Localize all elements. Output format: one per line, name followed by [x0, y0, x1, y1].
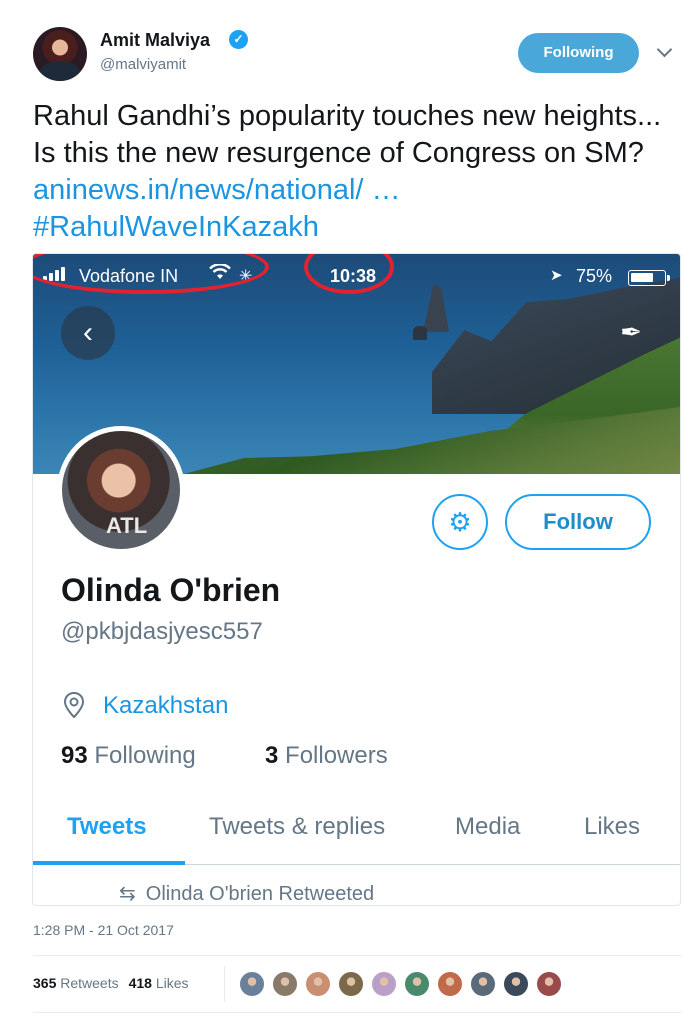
tweet-body: Rahul Gandhi’s popularity touches new he…	[33, 100, 662, 169]
tweet-timestamp[interactable]: 1:28 PM - 21 Oct 2017	[33, 922, 174, 938]
retweet-icon: ⇆	[119, 883, 136, 905]
following-stat-label: Following	[94, 742, 196, 769]
followers-stat[interactable]: 3 Followers	[265, 742, 388, 770]
embedded-screenshot[interactable]: Vodafone IN ✳ 10:38 ➤ 75% ‹ ✒ ATL ⚙ Foll…	[32, 253, 681, 906]
liker-avatar[interactable]	[502, 970, 530, 998]
retweeted-text: Olinda O'brien Retweeted	[145, 883, 375, 905]
chevron-down-icon[interactable]	[656, 41, 673, 58]
verified-icon: ✓	[229, 30, 248, 49]
active-tab-indicator	[33, 861, 185, 865]
tweet-link[interactable]: aninews.in/news/national/ …	[33, 174, 401, 206]
follow-button[interactable]: Follow	[505, 494, 651, 550]
tab-media[interactable]: Media	[455, 813, 520, 841]
followers-stat-label: Followers	[285, 742, 388, 769]
author-handle[interactable]: @malviyamit	[100, 56, 186, 73]
profile-handle: @pkbjdasjyesc557	[61, 618, 263, 645]
profile-location[interactable]: Kazakhstan	[103, 692, 228, 720]
profile-avatar-text: ATL	[106, 513, 148, 538]
tab-likes[interactable]: Likes	[584, 813, 640, 841]
liker-avatar[interactable]	[337, 970, 365, 998]
profile-avatar[interactable]: ATL	[57, 426, 185, 554]
following-count: 93	[61, 742, 88, 769]
banner-rock-small	[413, 326, 427, 340]
following-button[interactable]: Following	[518, 33, 639, 73]
followers-count: 3	[265, 742, 279, 769]
follow-button-label: Follow	[543, 509, 613, 534]
profile-tabs: Tweets Tweets & replies Media Likes	[33, 799, 680, 865]
liker-avatar[interactable]	[535, 970, 563, 998]
divider-vertical	[224, 966, 225, 1002]
engagement-counts: 365 Retweets 418 Likes	[33, 975, 189, 991]
retweets-label[interactable]: Retweets	[60, 975, 118, 991]
liker-avatar[interactable]	[370, 970, 398, 998]
battery-icon	[628, 270, 670, 286]
profile-name: Olinda O'brien	[61, 572, 281, 608]
liker-avatar[interactable]	[304, 970, 332, 998]
liker-avatar[interactable]	[271, 970, 299, 998]
status-battery-percent: 75%	[576, 266, 613, 286]
compose-icon[interactable]: ✒	[611, 312, 651, 352]
back-arrow-icon[interactable]: ‹	[61, 306, 115, 360]
tab-tweets[interactable]: Tweets	[67, 813, 147, 841]
author-name[interactable]: Amit Malviya	[100, 30, 210, 51]
highlight-ring-carrier	[33, 254, 269, 294]
divider	[33, 1012, 681, 1013]
highlight-ring-time	[304, 254, 394, 294]
author-avatar[interactable]	[33, 27, 87, 81]
likes-count[interactable]: 418	[129, 975, 152, 991]
liker-avatar[interactable]	[403, 970, 431, 998]
following-stat[interactable]: 93 Following	[61, 742, 196, 770]
tweet-hashtag[interactable]: #RahulWaveInKazakh	[33, 211, 319, 243]
divider	[33, 955, 681, 956]
following-button-label: Following	[543, 44, 614, 61]
banner-rock	[423, 284, 449, 332]
location-pin-icon	[63, 692, 85, 718]
retweeted-line: ⇆ Olinda O'brien Retweeted	[119, 881, 375, 905]
tweet-text: Rahul Gandhi’s popularity touches new he…	[33, 98, 673, 246]
retweets-count[interactable]: 365	[33, 975, 56, 991]
location-arrow-icon: ➤	[550, 267, 563, 284]
settings-gear-icon[interactable]: ⚙	[432, 494, 488, 550]
tab-tweets-replies[interactable]: Tweets & replies	[209, 813, 385, 841]
liker-avatar[interactable]	[469, 970, 497, 998]
liker-avatar[interactable]	[436, 970, 464, 998]
liker-avatar[interactable]	[238, 970, 266, 998]
likes-label[interactable]: Likes	[156, 975, 189, 991]
